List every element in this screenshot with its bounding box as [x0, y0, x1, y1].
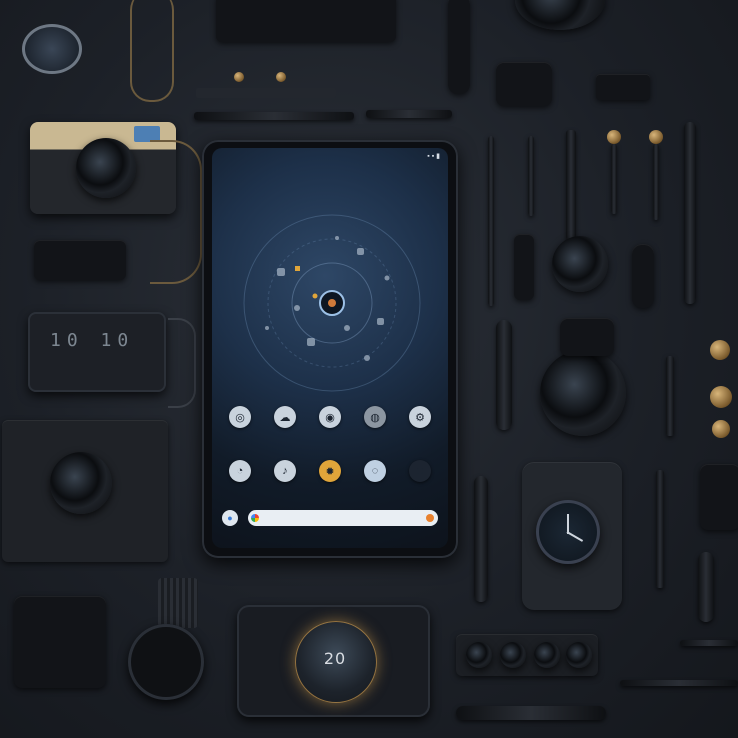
compass-icon: ◎: [229, 406, 251, 428]
rod-bottom-right-2: [680, 640, 738, 646]
app-cloud[interactable]: ☁: [265, 406, 305, 433]
app-compass[interactable]: ◎: [220, 406, 260, 433]
search-input[interactable]: [248, 510, 438, 526]
camera-icon: ◉: [319, 406, 341, 428]
app-row-1: ◎ ☁ ◉ ◍ ⚙: [220, 406, 440, 433]
brass-pin-1: [604, 130, 624, 214]
assistant-icon[interactable]: ●: [222, 510, 238, 526]
app-sun[interactable]: ✹: [310, 460, 350, 487]
brass-pin-2: [646, 130, 666, 220]
cloud-icon: ☁: [274, 406, 296, 428]
clip-pen: [448, 0, 470, 94]
lens-cap-top: [560, 318, 614, 356]
display-number: 20: [323, 649, 347, 668]
usb-plug: [596, 74, 650, 100]
stylus-top-2: [366, 110, 452, 118]
screwdriver-2: [528, 136, 534, 216]
camera-strap: [150, 140, 202, 284]
app-music[interactable]: ♪: [265, 460, 305, 487]
screwdriver-1: [488, 136, 494, 306]
settings-icon: ⚙: [409, 406, 431, 428]
knob-2: [500, 642, 526, 668]
google-icon: [251, 514, 259, 522]
large-lens: [540, 350, 626, 436]
knob-4: [566, 642, 592, 668]
app-globe[interactable]: ◍: [355, 406, 395, 433]
globe-icon: ◍: [364, 406, 386, 428]
knob-1: [466, 642, 492, 668]
app-camera[interactable]: ◉: [310, 406, 350, 433]
music-icon: ♪: [274, 460, 296, 482]
long-stylus: [684, 122, 696, 304]
status-icons: ▪ ▪ ▮: [427, 153, 440, 160]
magnifier-loupe: [18, 20, 86, 78]
usb-drive: [34, 240, 126, 280]
screw-row: [196, 72, 336, 102]
rod-bottom-right: [620, 680, 738, 686]
grid-icon: ⁙: [409, 460, 431, 482]
pen-mid: [496, 320, 512, 430]
thin-rod-right: [666, 356, 674, 436]
wallet: [216, 0, 396, 42]
plate-cable: [168, 318, 196, 408]
app-settings[interactable]: ⚙: [400, 406, 440, 433]
brass-ring: [710, 386, 732, 408]
smartphone: ▪ ▪ ▮ ◎ ☁ ◉ ◍ ⚙ ◔ ♪ ✹ ◌ ⁙ ●: [202, 140, 458, 558]
camera-lens-top: [515, 0, 605, 30]
phone-screen: ▪ ▪ ▮ ◎ ☁ ◉ ◍ ⚙ ◔ ♪ ✹ ◌ ⁙ ●: [212, 148, 448, 548]
brush: [566, 130, 576, 240]
stylus-right: [656, 470, 664, 588]
label-plate: 10 10: [28, 312, 166, 392]
stylus-top: [194, 112, 354, 120]
mic-icon[interactable]: [426, 514, 434, 522]
watch-face: [536, 500, 600, 564]
tiny-clip: [514, 234, 534, 300]
dongle: [496, 62, 552, 106]
smartwatch: [128, 578, 218, 708]
clock-icon: ◔: [229, 460, 251, 482]
pen-lower: [474, 476, 488, 602]
action-camera: [50, 452, 112, 514]
cable-loop: [130, 0, 174, 102]
knob-3: [534, 642, 560, 668]
leather-case: [14, 596, 106, 688]
app-chat[interactable]: ◌: [355, 460, 395, 487]
app-grid[interactable]: ⁙: [400, 460, 440, 487]
sun-icon: ✹: [319, 460, 341, 482]
mini-lens: [552, 236, 608, 292]
cylinder: [632, 244, 654, 308]
app-clock[interactable]: ◔: [220, 460, 260, 487]
label-plate-text: 10 10: [50, 330, 135, 351]
chat-icon: ◌: [364, 460, 386, 482]
brass-ring-2: [712, 420, 730, 438]
app-row-2: ◔ ♪ ✹ ◌ ⁙: [220, 460, 440, 487]
stylus-bottom: [456, 706, 606, 720]
gadget-right: [700, 464, 738, 530]
search-bar[interactable]: ●: [222, 508, 438, 528]
smart-display: 20: [237, 605, 430, 717]
slim-stick: [698, 552, 714, 622]
brass-knob: [710, 340, 730, 360]
orbit-wallpaper: [243, 214, 421, 392]
